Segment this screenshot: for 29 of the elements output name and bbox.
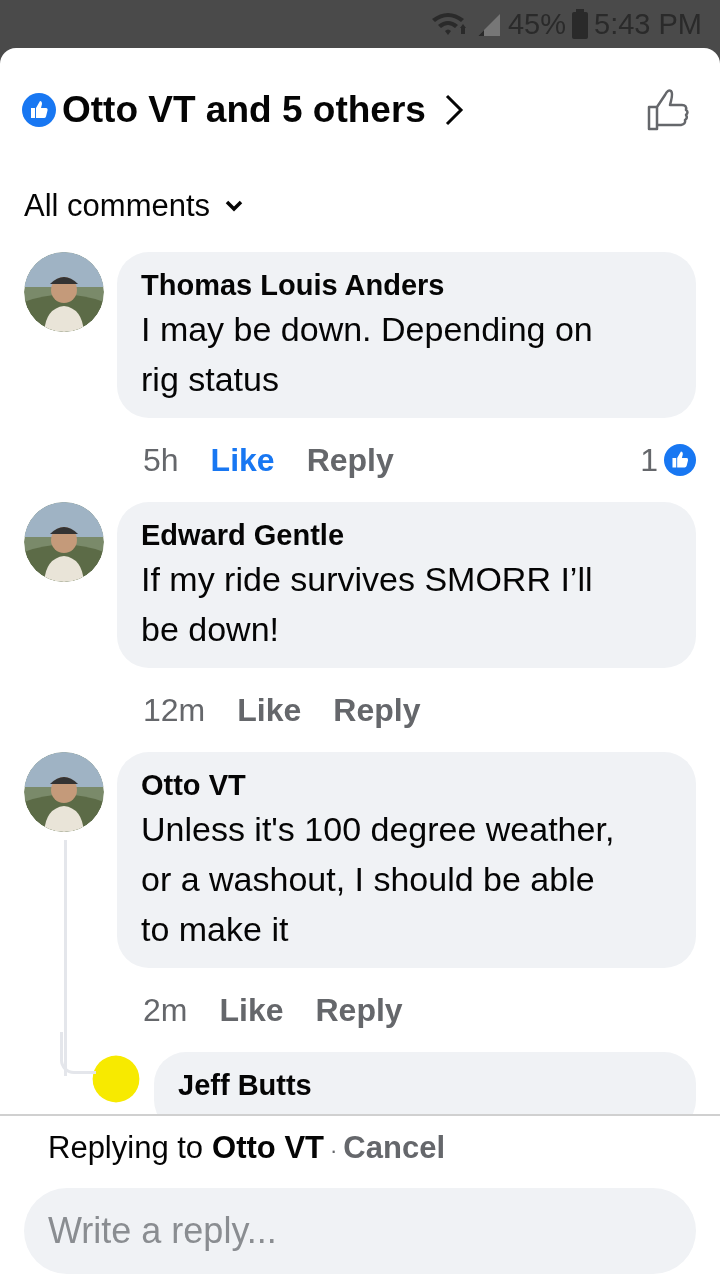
like-link[interactable]: Like — [237, 691, 302, 729]
cancel-link[interactable]: Cancel — [343, 1130, 445, 1166]
comment-author[interactable]: Otto VT — [141, 766, 626, 804]
separator: · — [330, 1138, 338, 1164]
reply-link[interactable]: Reply — [333, 691, 421, 729]
reply-link[interactable]: Reply — [315, 991, 403, 1029]
comment-time: 5h — [143, 441, 179, 479]
comment-time: 12m — [143, 691, 206, 729]
comment-time: 2m — [143, 991, 188, 1029]
comment-author[interactable]: Thomas Louis Anders — [141, 266, 626, 304]
comment-text: I may be down. Depending on rig status — [141, 309, 594, 400]
comment-text: If my ride survives SMORR I’ll be down! — [141, 559, 594, 650]
reactions-summary[interactable]: Otto VT and 5 others — [62, 89, 426, 131]
chevron-down-icon[interactable] — [224, 199, 245, 213]
comment-filter[interactable]: All comments — [24, 188, 211, 224]
replying-label: Replying to Otto VT — [48, 1130, 325, 1166]
comment-text: Unless it's 100 degree weather, or a washout, I should be able to make it — [141, 809, 616, 950]
comment-author[interactable]: Edward Gentle — [141, 516, 626, 554]
like-link[interactable]: Like — [210, 441, 275, 479]
thumbs-up-icon[interactable] — [646, 88, 690, 132]
like-link[interactable]: Like — [219, 991, 284, 1029]
like-reaction-icon — [22, 93, 56, 127]
like-reaction-icon — [664, 444, 696, 476]
reaction-count[interactable]: 1 — [640, 441, 658, 479]
battery-icon — [572, 9, 588, 39]
reply-link[interactable]: Reply — [306, 441, 394, 479]
reply-field[interactable]: Write a reply... — [24, 1188, 696, 1274]
comment-author[interactable]: Jeff Butts — [178, 1066, 672, 1104]
chevron-right-icon[interactable] — [443, 93, 464, 127]
